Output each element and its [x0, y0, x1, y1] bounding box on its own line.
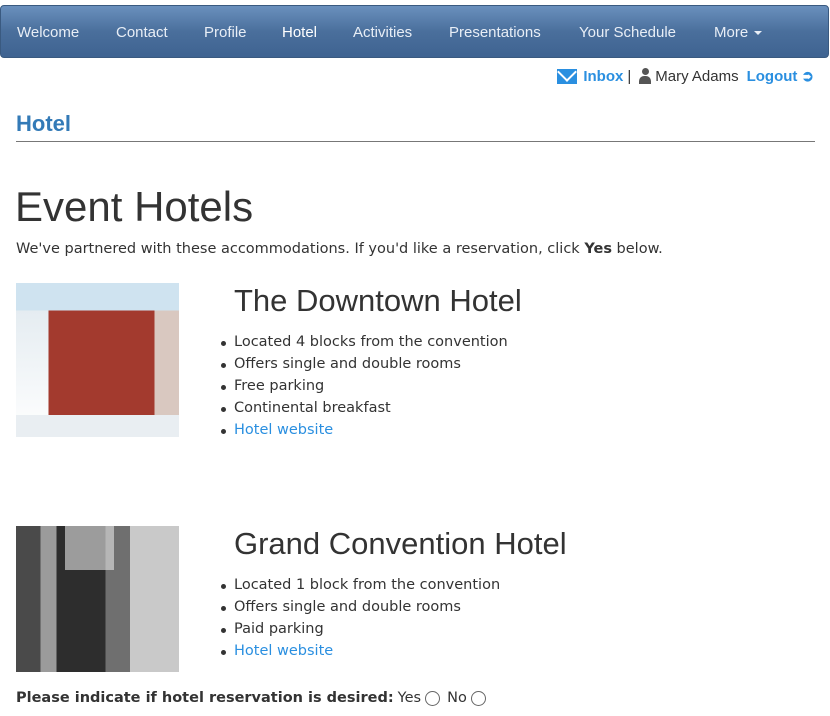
nav-hotel[interactable]: Hotel: [282, 6, 317, 59]
separator: |: [627, 67, 632, 85]
page-title: Event Hotels: [15, 183, 254, 230]
list-item: Located 1 block from the convention: [220, 574, 500, 596]
nav-activities[interactable]: Activities: [353, 6, 412, 59]
intro-bold: Yes: [584, 241, 612, 257]
list-item: Hotel website: [220, 640, 500, 662]
hotel-features: Located 1 block from the convention Offe…: [220, 574, 500, 662]
caret-down-icon: [754, 31, 763, 36]
user-icon: [639, 68, 652, 84]
more-label: More: [714, 24, 749, 41]
user-bar: Inbox | Mary Adams Logout ➲: [557, 67, 814, 85]
nav-presentations[interactable]: Presentations: [449, 6, 541, 59]
list-item: Free parking: [221, 375, 508, 397]
logout-link[interactable]: Logout: [747, 68, 798, 85]
nav-contact[interactable]: Contact: [116, 6, 168, 59]
hotel-name: Grand Convention Hotel: [234, 526, 567, 561]
list-item: Paid parking: [220, 618, 500, 640]
list-item: Offers single and double rooms: [221, 353, 508, 375]
nav-your-schedule[interactable]: Your Schedule: [579, 6, 676, 59]
sign-out-icon[interactable]: ➲: [801, 67, 814, 85]
nav-profile[interactable]: Profile: [204, 6, 247, 59]
envelope-icon: [557, 68, 578, 84]
hotel-name: The Downtown Hotel: [234, 283, 522, 318]
top-navbar: Welcome Contact Profile Hotel Activities…: [0, 5, 829, 58]
hotel-features: Located 4 blocks from the convention Off…: [221, 331, 508, 441]
user-name: Mary Adams: [655, 67, 739, 85]
list-item: Offers single and double rooms: [220, 596, 500, 618]
reservation-question: Please indicate if hotel reservation is …: [16, 690, 489, 706]
no-radio[interactable]: [470, 690, 486, 706]
intro-before: We've partnered with these accommodation…: [16, 241, 585, 257]
hotel-website-link[interactable]: Hotel website: [234, 643, 333, 659]
question-label: Please indicate if hotel reservation is …: [16, 690, 394, 706]
section-title: Hotel: [16, 111, 71, 136]
no-label: No: [447, 690, 467, 706]
nav-more-dropdown[interactable]: More: [714, 6, 763, 59]
intro-after: below.: [611, 241, 663, 257]
hotel-website-link[interactable]: Hotel website: [234, 422, 333, 438]
list-item: Located 4 blocks from the convention: [221, 331, 508, 353]
nav-welcome[interactable]: Welcome: [17, 6, 79, 59]
divider: [16, 141, 815, 142]
downtown-hotel-image: [16, 283, 179, 437]
inbox-link[interactable]: Inbox: [583, 68, 623, 85]
grand-convention-hotel-image: [16, 526, 179, 672]
list-item: Continental breakfast: [221, 397, 508, 419]
yes-label: Yes: [397, 690, 422, 706]
list-item: Hotel website: [221, 419, 508, 441]
yes-radio[interactable]: [425, 690, 441, 706]
intro-text: We've partnered with these accommodation…: [16, 241, 663, 257]
